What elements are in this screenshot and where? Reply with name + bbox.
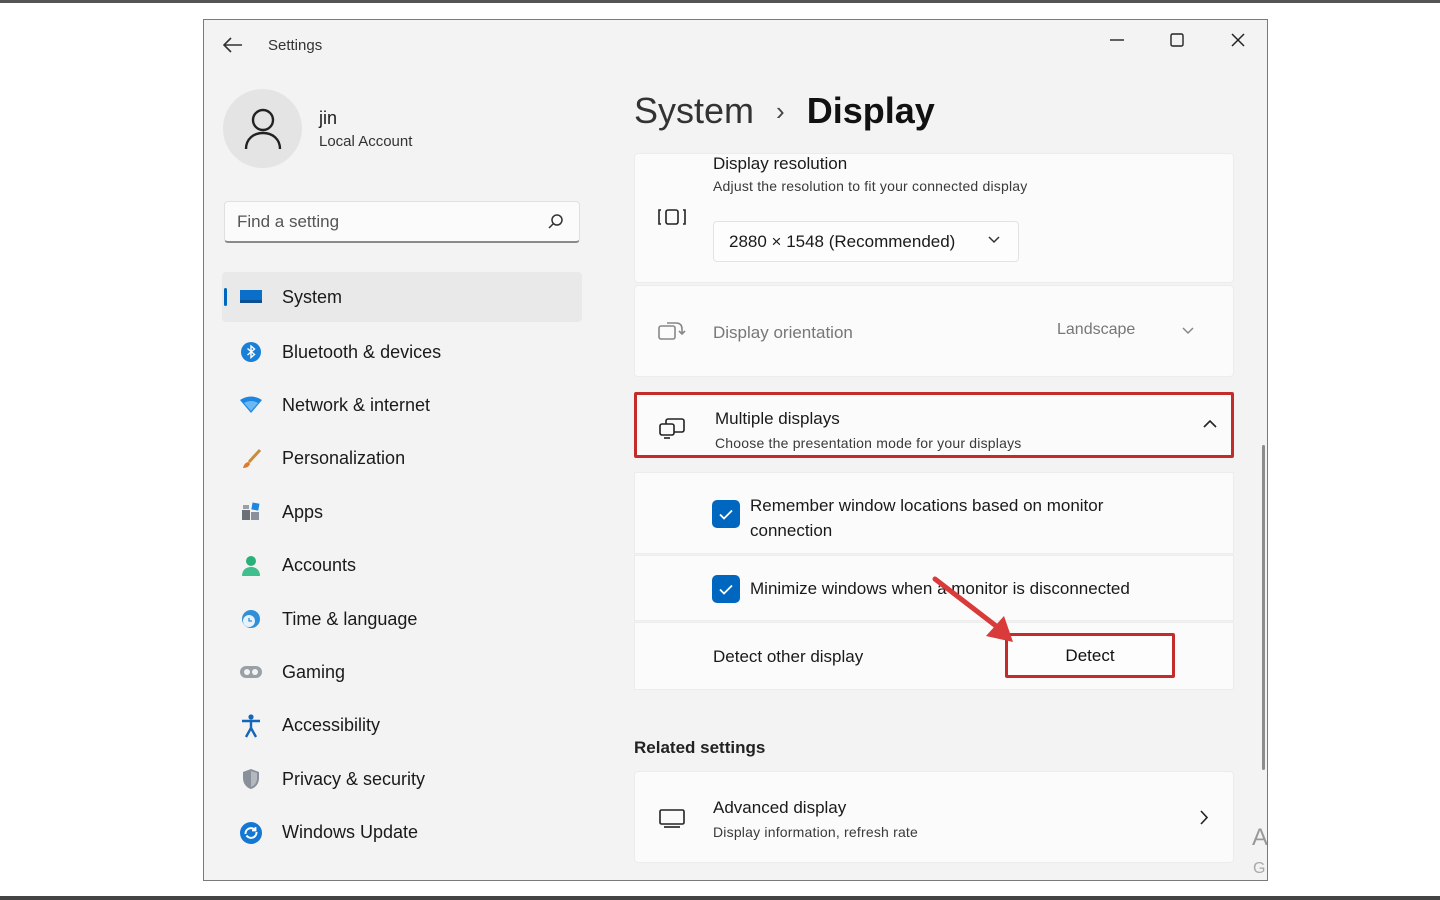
bluetooth-icon — [239, 340, 263, 364]
paintbrush-icon — [239, 447, 263, 471]
display-resolution-card: Display resolution Adjust the resolution… — [634, 153, 1234, 283]
resolution-icon — [657, 202, 687, 232]
accessibility-icon — [239, 714, 263, 738]
sidebar-item-label: Personalization — [282, 448, 406, 469]
advanced-display-subtitle: Display information, refresh rate — [713, 824, 919, 840]
detect-button[interactable]: Detect — [1005, 633, 1175, 678]
app-title: Settings — [268, 37, 323, 54]
display-orientation-card: Display orientation Landscape — [634, 285, 1234, 377]
search-icon[interactable] — [547, 213, 565, 231]
minimize-button[interactable] — [1097, 26, 1137, 54]
maximize-button[interactable] — [1157, 26, 1197, 54]
back-button[interactable] — [220, 34, 246, 56]
user-icon — [244, 108, 281, 149]
minimize-windows-label: Minimize windows when a monitor is disco… — [750, 579, 1130, 598]
sidebar-item-personalization[interactable]: Personalization — [222, 432, 582, 485]
shield-icon — [239, 767, 263, 791]
sidebar-item-network[interactable]: Network & internet — [222, 379, 582, 432]
sidebar-item-label: Time & language — [282, 608, 418, 629]
sidebar-item-windows-update[interactable]: Windows Update — [222, 806, 582, 859]
update-icon — [239, 821, 263, 845]
resolution-dropdown[interactable]: 2880 × 1548 (Recommended) — [713, 221, 1019, 262]
multiple-displays-icon — [657, 414, 687, 444]
sidebar-item-time-language[interactable]: Time & language — [222, 592, 582, 645]
page-title: Display — [806, 90, 935, 131]
user-name: jin — [319, 108, 338, 128]
globe-clock-icon — [239, 607, 263, 631]
edge-glyph-top: A — [1252, 824, 1268, 851]
sidebar-item-apps[interactable]: Apps — [222, 486, 582, 539]
breadcrumb-separator: › — [776, 95, 785, 126]
advanced-display-title: Advanced display — [713, 798, 847, 817]
scrollbar[interactable] — [1262, 445, 1265, 770]
multiple-displays-header[interactable]: Multiple displays Choose the presentatio… — [634, 392, 1234, 458]
advanced-display-card[interactable]: Advanced display Display information, re… — [634, 771, 1234, 863]
minimize-windows-checkbox[interactable] — [712, 575, 740, 603]
system-display-icon — [239, 285, 263, 309]
avatar[interactable] — [223, 89, 302, 168]
person-icon — [239, 554, 263, 578]
minimize-windows-row: Minimize windows when a monitor is disco… — [634, 555, 1234, 621]
wifi-icon — [239, 393, 263, 417]
detect-display-label: Detect other display — [713, 647, 864, 666]
search-box[interactable] — [224, 201, 580, 243]
close-button[interactable] — [1218, 26, 1258, 54]
top-border — [0, 0, 1440, 3]
remember-locations-row: Remember window locations based on monit… — [634, 472, 1234, 554]
chevron-right-icon — [1200, 810, 1209, 825]
back-arrow-icon — [223, 37, 242, 53]
sidebar-item-label: System — [282, 286, 343, 307]
sidebar-item-label: Gaming — [282, 661, 346, 682]
sidebar-item-system[interactable]: System — [222, 272, 582, 322]
sidebar-item-label: Privacy & security — [282, 768, 426, 789]
sidebar-item-label: Apps — [282, 501, 324, 522]
related-settings-heading: Related settings — [634, 738, 766, 757]
apps-icon — [239, 500, 263, 524]
sidebar-item-accessibility[interactable]: Accessibility — [222, 699, 582, 752]
chevron-down-icon — [988, 236, 1000, 244]
multiple-displays-subtitle: Choose the presentation mode for your di… — [715, 435, 1022, 451]
breadcrumb: System › Display — [634, 90, 935, 132]
minimize-icon — [1110, 39, 1124, 41]
display-resolution-title: Display resolution — [713, 154, 848, 173]
close-icon — [1231, 33, 1245, 47]
chevron-up-icon[interactable] — [1203, 419, 1217, 428]
checkmark-icon — [719, 509, 733, 520]
breadcrumb-parent[interactable]: System — [634, 90, 754, 132]
resolution-value: 2880 × 1548 (Recommended) — [729, 231, 956, 251]
orientation-value[interactable]: Landscape — [1057, 321, 1135, 339]
display-resolution-subtitle: Adjust the resolution to fit your connec… — [713, 178, 1028, 194]
sidebar-item-accounts[interactable]: Accounts — [222, 539, 582, 592]
sidebar-item-label: Accessibility — [282, 715, 381, 736]
gamepad-icon — [239, 660, 263, 684]
sidebar-item-gaming[interactable]: Gaming — [222, 646, 582, 699]
sidebar-item-label: Accounts — [282, 555, 357, 576]
checkmark-icon — [719, 584, 733, 595]
orientation-icon — [657, 317, 687, 347]
remember-locations-label: Remember window locations based on monit… — [750, 496, 1104, 540]
sidebar-item-bluetooth[interactable]: Bluetooth & devices — [222, 325, 582, 378]
chevron-down-icon — [1182, 327, 1194, 335]
search-input[interactable] — [237, 212, 537, 232]
sidebar-item-privacy[interactable]: Privacy & security — [222, 753, 582, 806]
monitor-icon — [657, 803, 687, 833]
maximize-icon — [1170, 33, 1184, 47]
sidebar-item-label: Network & internet — [282, 394, 431, 415]
detect-display-row: Detect other display Detect — [634, 622, 1234, 690]
sidebar-item-label: Windows Update — [282, 822, 419, 843]
title-bar: Settings — [204, 20, 1267, 70]
multiple-displays-title: Multiple displays — [715, 409, 840, 428]
edge-glyph-bottom: G — [1253, 860, 1266, 877]
sidebar-nav: System Bluetooth & devices Network & int… — [222, 272, 582, 859]
bottom-border — [0, 896, 1440, 900]
account-type: Local Account — [319, 133, 413, 150]
settings-window: Settings jin Local Account S — [203, 19, 1268, 881]
display-orientation-title: Display orientation — [713, 323, 853, 342]
sidebar-item-label: Bluetooth & devices — [282, 341, 442, 362]
remember-locations-checkbox[interactable] — [712, 500, 740, 528]
